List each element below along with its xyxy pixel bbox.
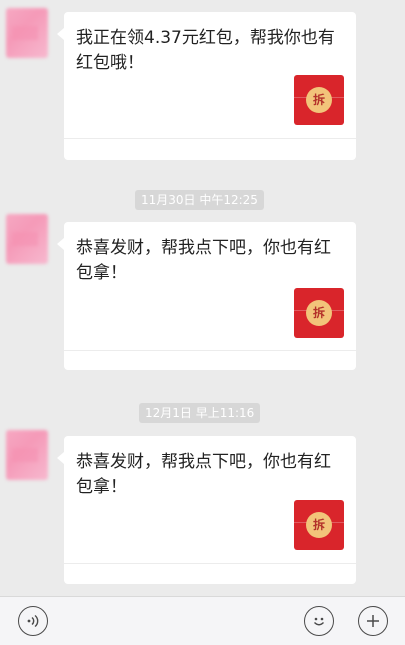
message-text: 恭喜发财，帮我点下吧，你也有红包拿！ — [76, 238, 331, 283]
message-text: 我正在领4.37元红包，帮我你也有红包哦！ — [76, 28, 335, 73]
message-text: 恭喜发财，帮我点下吧，你也有红包拿！ — [76, 452, 331, 497]
chat-area: 我正在领4.37元红包，帮我你也有红包哦！ 拆 11月30日 中午12:25 恭… — [0, 0, 405, 596]
avatar[interactable] — [6, 8, 48, 58]
timestamp: 11月30日 中午12:25 — [135, 190, 264, 210]
avatar[interactable] — [6, 214, 48, 264]
message-bubble[interactable]: 恭喜发财，帮我点下吧，你也有红包拿！ 拆 — [57, 436, 356, 584]
bubble-divider — [64, 350, 356, 351]
open-seal-icon: 拆 — [306, 300, 332, 326]
bubble-divider — [64, 138, 356, 139]
plus-sign-icon — [367, 615, 379, 627]
message-input[interactable] — [62, 605, 288, 637]
open-seal-icon: 拆 — [306, 87, 332, 113]
smiley-face-icon — [314, 617, 324, 626]
voice-icon[interactable] — [18, 606, 48, 636]
voice-wave-icon — [27, 614, 39, 628]
red-packet-icon[interactable]: 拆 — [294, 500, 344, 550]
red-packet-icon[interactable]: 拆 — [294, 75, 344, 125]
plus-icon[interactable] — [358, 606, 388, 636]
open-seal-icon: 拆 — [306, 512, 332, 538]
input-bar — [0, 596, 405, 645]
message-bubble[interactable]: 恭喜发财，帮我点下吧，你也有红包拿！ 拆 — [57, 222, 356, 370]
red-packet-icon[interactable]: 拆 — [294, 288, 344, 338]
avatar[interactable] — [6, 430, 48, 480]
timestamp: 12月1日 早上11:16 — [139, 403, 261, 423]
bubble-divider — [64, 563, 356, 564]
emoji-icon[interactable] — [304, 606, 334, 636]
message-bubble[interactable]: 我正在领4.37元红包，帮我你也有红包哦！ 拆 — [57, 12, 356, 160]
